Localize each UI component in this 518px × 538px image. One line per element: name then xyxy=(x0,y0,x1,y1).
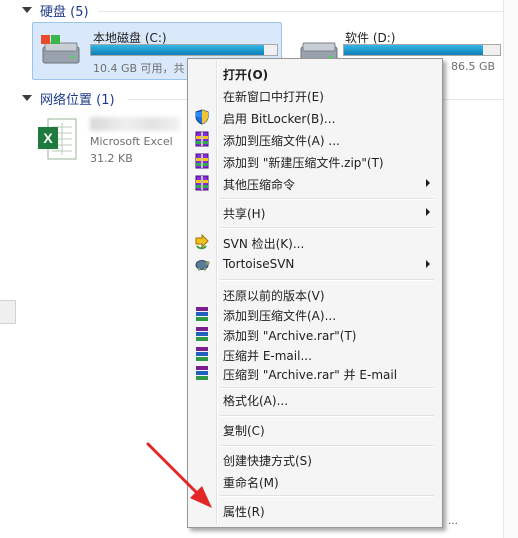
drive-usage-bar xyxy=(343,44,501,56)
menu-separator xyxy=(220,279,434,281)
menu-item-share[interactable]: 共享(H) xyxy=(191,201,439,223)
menu-label: 打开(O) xyxy=(223,68,269,82)
annotation-arrow-icon xyxy=(146,442,212,508)
menu-separator xyxy=(220,227,434,229)
section-header-network[interactable]: 网络位置 (1) xyxy=(0,88,518,108)
file-type: Microsoft Excel xyxy=(90,135,173,148)
menu-label: 在新窗口中打开(E) xyxy=(223,90,324,104)
menu-label: 复制(C) xyxy=(223,424,265,438)
menu-item-add-to-archive-rar[interactable]: 添加到 "Archive.rar"(T) xyxy=(191,323,439,345)
menu-item-svn-checkout[interactable]: SVN 检出(K)... xyxy=(191,231,439,253)
menu-item-add-to-archive[interactable]: 添加到压缩文件(A) ... xyxy=(191,128,439,150)
menu-item-copy[interactable]: 复制(C) xyxy=(191,418,439,440)
file-size: 31.2 KB xyxy=(90,152,133,165)
menu-label: SVN 检出(K)... xyxy=(223,237,305,251)
menu-label: 启用 BitLocker(B)... xyxy=(223,112,336,126)
section-header-hard-disks[interactable]: 硬盘 (5) xyxy=(0,0,518,20)
winrar-icon xyxy=(195,175,209,191)
drive-free-space: 10.4 GB 可用，共 xyxy=(93,62,185,75)
menu-item-bitlocker[interactable]: 启用 BitLocker(B)... xyxy=(191,106,439,128)
menu-label: 添加到 "Archive.rar"(T) xyxy=(223,329,357,343)
menu-item-other-compress[interactable]: 其他压缩命令 xyxy=(191,172,439,194)
collapse-triangle-icon[interactable] xyxy=(22,7,32,13)
rar-stack-icon xyxy=(196,347,208,361)
menu-separator xyxy=(220,445,434,447)
menu-item-create-shortcut[interactable]: 创建快捷方式(S) xyxy=(191,448,439,470)
rar-stack-icon xyxy=(196,366,208,380)
collapse-triangle-icon[interactable] xyxy=(22,95,32,101)
menu-label: 创建快捷方式(S) xyxy=(223,454,312,468)
menu-label: 添加到 "新建压缩文件.zip"(T) xyxy=(223,156,384,170)
status-text: … xyxy=(448,516,458,527)
tortoisesvn-icon xyxy=(195,260,210,271)
winrar-icon xyxy=(195,131,209,147)
shield-icon xyxy=(195,109,209,125)
drive-icon xyxy=(41,35,80,64)
drive-usage-bar xyxy=(90,44,278,56)
submenu-arrow-icon xyxy=(426,260,430,268)
section-title: 硬盘 (5) xyxy=(40,4,89,20)
menu-item-properties[interactable]: 属性(R) xyxy=(191,499,439,521)
context-menu: 打开(O) 在新窗口中打开(E) 启用 BitLocker(B)... 添加到压… xyxy=(187,58,443,528)
menu-label: 属性(R) xyxy=(223,505,265,519)
drive-free-space: 86.5 GB xyxy=(451,60,496,73)
menu-label: 添加到压缩文件(A)... xyxy=(223,309,337,323)
menu-label: 添加到压缩文件(A) ... xyxy=(223,134,340,148)
menu-item-compress-to-rar-email[interactable]: 压缩到 "Archive.rar" 并 E-mail xyxy=(191,362,439,384)
menu-label: 共享(H) xyxy=(223,207,266,221)
menu-item-add-to-archive-2[interactable]: 添加到压缩文件(A)... xyxy=(191,303,439,325)
menu-item-restore-versions[interactable]: 还原以前的版本(V) xyxy=(191,283,439,305)
menu-label: 其他压缩命令 xyxy=(223,178,296,192)
svg-text:X: X xyxy=(43,130,53,146)
rar-stack-icon xyxy=(196,327,208,341)
menu-separator xyxy=(220,495,434,497)
left-pane-edge xyxy=(0,300,16,324)
menu-label: 压缩到 "Archive.rar" 并 E-mail xyxy=(223,368,398,382)
submenu-arrow-icon xyxy=(426,179,430,187)
file-name-blurred xyxy=(90,117,180,131)
svn-checkout-icon xyxy=(195,234,209,250)
excel-icon: X xyxy=(38,118,77,160)
menu-item-rename[interactable]: 重命名(M) xyxy=(191,470,439,492)
menu-label: 还原以前的版本(V) xyxy=(223,289,325,303)
menu-item-open[interactable]: 打开(O) xyxy=(191,62,439,84)
section-divider xyxy=(98,11,518,12)
menu-label: 重命名(M) xyxy=(223,476,279,490)
menu-label: 格式化(A)... xyxy=(223,394,289,408)
menu-separator xyxy=(220,415,434,417)
menu-label: TortoiseSVN xyxy=(223,257,295,271)
menu-item-add-to-zip[interactable]: 添加到 "新建压缩文件.zip"(T) xyxy=(191,150,439,172)
submenu-arrow-icon xyxy=(426,208,430,216)
rar-stack-icon xyxy=(196,307,208,321)
vertical-scrollbar[interactable] xyxy=(503,0,518,538)
section-title: 网络位置 (1) xyxy=(40,92,115,108)
menu-separator xyxy=(220,198,434,200)
menu-item-open-new-window[interactable]: 在新窗口中打开(E) xyxy=(191,84,439,106)
menu-item-format[interactable]: 格式化(A)... xyxy=(191,388,439,410)
menu-item-tortoisesvn[interactable]: TortoiseSVN xyxy=(191,253,439,275)
winrar-icon xyxy=(195,153,209,169)
